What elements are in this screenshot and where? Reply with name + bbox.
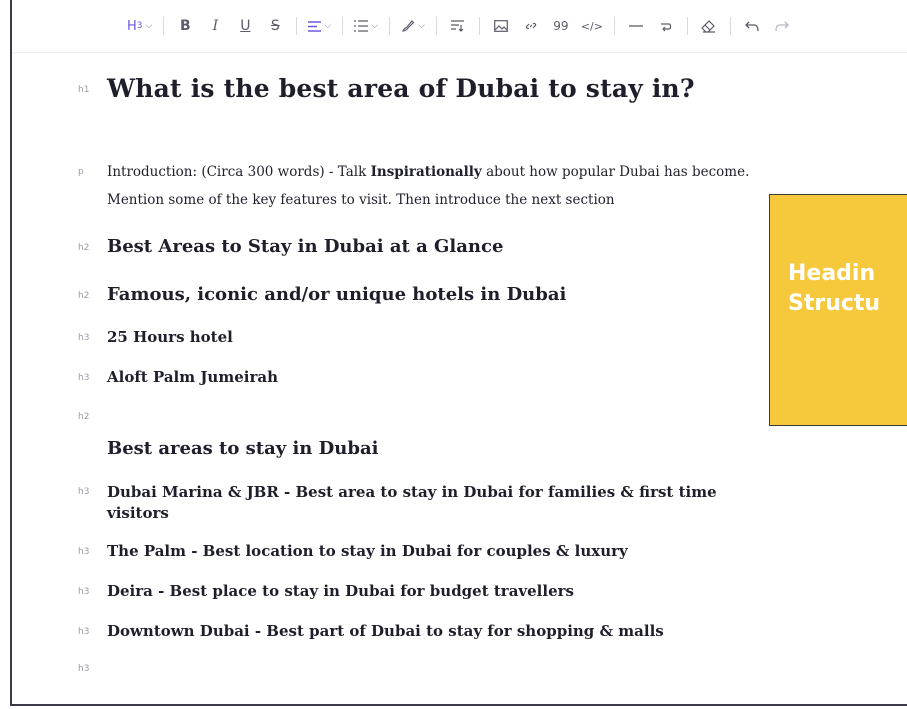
heading-line2: visitors: [107, 504, 169, 522]
hard-break-button[interactable]: [653, 14, 679, 38]
heading-structure-callout: Headin Structu: [769, 194, 907, 426]
toolbar-divider: [686, 17, 688, 35]
brush-icon: [402, 20, 415, 32]
block-tag-label: h3: [78, 487, 90, 497]
undo-button[interactable]: [739, 14, 765, 38]
callout-line2: Structu: [788, 291, 881, 316]
highlight-dropdown[interactable]: ⌵: [398, 14, 428, 38]
chevron-down-icon: ⌵: [145, 21, 153, 31]
strikethrough-button[interactable]: S: [262, 14, 288, 38]
block-tag-label: h3: [78, 627, 90, 637]
clear-format-button[interactable]: [696, 14, 722, 38]
toolbar-divider: [613, 17, 615, 35]
block-tag-label: h3: [78, 373, 90, 383]
text-wrap-icon: [451, 20, 465, 32]
intro-text-part1: Introduction: (Circa 300 words) - Talk: [107, 164, 371, 180]
intro-paragraph[interactable]: Introduction: (Circa 300 words) - Talk I…: [107, 158, 827, 214]
quote-button[interactable]: 99: [548, 14, 574, 38]
underline-button[interactable]: U: [232, 14, 258, 38]
horizontal-rule-icon: [628, 25, 643, 27]
bold-button[interactable]: B: [172, 14, 198, 38]
undo-icon: [745, 21, 759, 32]
heading-line1: Dubai Marina & JBR - Best area to stay i…: [107, 483, 717, 501]
toolbar-divider: [163, 17, 165, 35]
toolbar-divider: [389, 17, 391, 35]
text-wrap-button[interactable]: [445, 14, 471, 38]
editor-toolbar: H3 ⌵ B I U S ⌵ ⌵ ⌵ 99 </>: [12, 0, 907, 53]
link-icon: [525, 22, 536, 30]
redo-icon: [775, 21, 789, 32]
block-tag-label: h3: [78, 664, 90, 674]
toolbar-divider: [296, 17, 298, 35]
italic-button[interactable]: I: [202, 14, 228, 38]
block-tag-label: h3: [78, 333, 90, 343]
block-tag-label: h2: [78, 412, 90, 422]
insert-link-button[interactable]: [518, 14, 544, 38]
heading-text[interactable]: Famous, iconic and/or unique hotels in D…: [107, 284, 827, 305]
return-icon: [660, 23, 672, 32]
list-dropdown[interactable]: ⌵: [351, 14, 381, 38]
toolbar-divider: [342, 17, 344, 35]
toolbar-divider: [435, 17, 437, 35]
heading-text[interactable]: Dubai Marina & JBR - Best area to stay i…: [107, 482, 827, 524]
callout-text: Headin Structu: [788, 259, 907, 319]
align-dropdown[interactable]: ⌵: [305, 14, 334, 38]
toolbar-divider: [729, 17, 731, 35]
heading-text[interactable]: Downtown Dubai - Best part of Dubai to s…: [107, 622, 827, 640]
image-icon: [493, 20, 508, 32]
horizontal-rule-button[interactable]: [623, 14, 649, 38]
chevron-down-icon: ⌵: [418, 21, 425, 31]
heading-text[interactable]: Deira - Best place to stay in Dubai for …: [107, 582, 827, 600]
code-button[interactable]: </>: [578, 14, 606, 38]
heading-text[interactable]: The Palm - Best location to stay in Duba…: [107, 542, 827, 560]
intro-text-bold: Inspirationally: [370, 164, 482, 180]
block-tag-label: h2: [78, 243, 90, 253]
toolbar-divider: [478, 17, 480, 35]
list-icon: [354, 20, 369, 32]
heading-level-dropdown[interactable]: H3 ⌵: [124, 14, 155, 38]
block-tag-label: h3: [78, 547, 90, 557]
heading-level-sub: 3: [136, 21, 143, 31]
intro-text-line2: Mention some of the key features to visi…: [107, 192, 615, 208]
eraser-icon: [701, 19, 716, 33]
chevron-down-icon: ⌵: [371, 21, 379, 31]
block-tag-label: h1: [78, 85, 90, 95]
align-left-icon: [308, 20, 322, 32]
insert-image-button[interactable]: [488, 14, 514, 38]
block-tag-label: h3: [78, 587, 90, 597]
heading-level-label: H: [127, 18, 137, 34]
page-title-heading[interactable]: What is the best area of Dubai to stay i…: [107, 74, 827, 103]
heading-text[interactable]: Best Areas to Stay in Dubai at a Glance: [107, 236, 827, 257]
callout-line1: Headin: [788, 261, 876, 286]
chevron-down-icon: ⌵: [324, 21, 332, 31]
block-tag-label: h2: [78, 291, 90, 301]
heading-text[interactable]: Aloft Palm Jumeirah: [107, 368, 827, 386]
block-tag-label: p: [78, 167, 84, 177]
redo-button[interactable]: [769, 14, 795, 38]
heading-text[interactable]: 25 Hours hotel: [107, 328, 827, 346]
heading-text[interactable]: Best areas to stay in Dubai: [107, 438, 827, 459]
intro-text-part2: about how popular Dubai has become.: [481, 164, 750, 180]
